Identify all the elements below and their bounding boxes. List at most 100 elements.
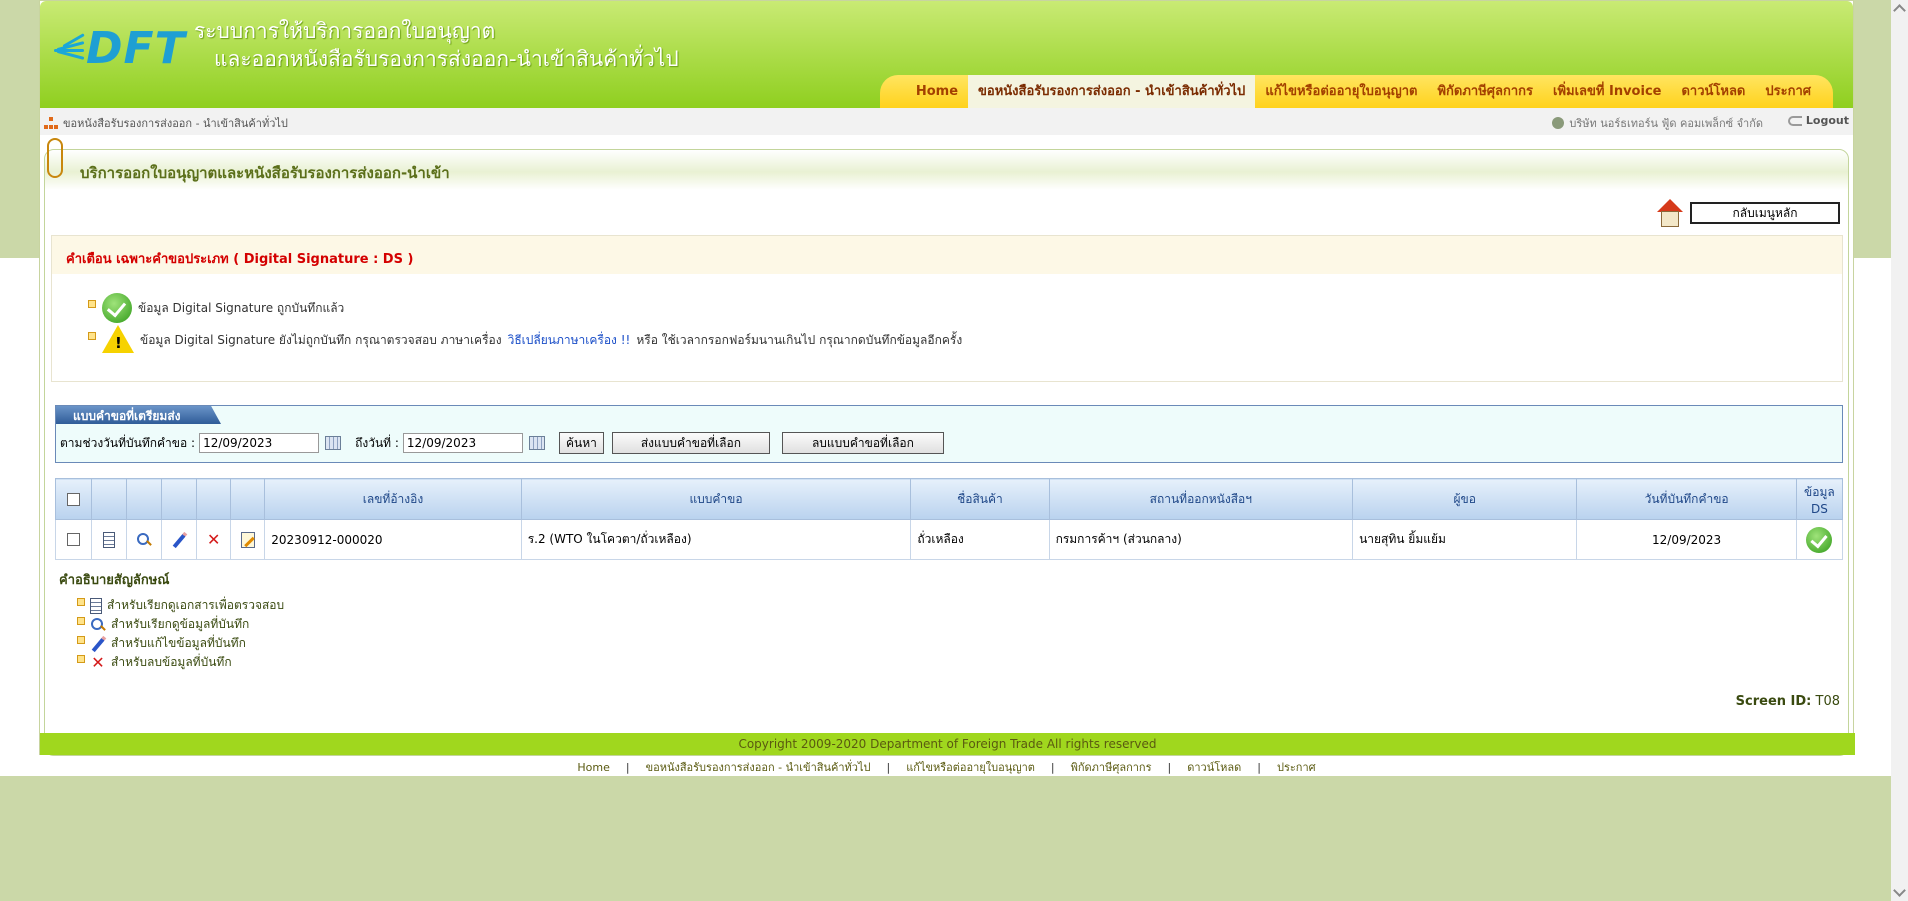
system-title-line2: และออกหนังสือรับรองการส่งออก-นำเข้าสินค้… [214, 47, 679, 71]
logout-label: Logout [1805, 114, 1849, 127]
footer-link-download[interactable]: ดาวน์โหลด [1187, 761, 1241, 774]
col-ds-data: ข้อมูล DS [1795, 478, 1844, 520]
pencil-icon [90, 636, 106, 652]
ds-ok-icon [1806, 526, 1833, 553]
bullet-icon [77, 654, 85, 663]
icon-legend: คำอธิบายสัญลักษณ์ สำหรับเรียกดูเอกสารเพื… [59, 569, 284, 672]
scroll-down-icon[interactable] [1893, 884, 1906, 897]
user-company-name: บริษัท นอร์ธเทอร์น ฟู้ด คอมเพล็กซ์ จำกัด [1569, 117, 1763, 130]
row-checkbox[interactable] [67, 533, 81, 546]
system-title-line1: ระบบการให้บริการออกใบอนุญาต [194, 19, 496, 43]
main-panel: บริการออกใบอนุญาตและหนังสือรับรองการส่งอ… [44, 138, 1849, 756]
screen-id-value: T08 [1815, 694, 1840, 709]
table-row: ✕ 20230912-000020 ร.2 (WTO ในโควตา/ถั่วเ… [54, 519, 1844, 560]
col-requester: ผู้ขอ [1352, 478, 1578, 520]
table-header-row: เลขที่อ้างอิง แบบคำขอ ชื่อสินค้า สถานที่… [54, 478, 1844, 520]
breadcrumb: ขอหนังสือรับรองการส่งออก - นำเข้าสินค้าท… [44, 114, 288, 132]
ds-saved-text: ข้อมูล Digital Signature ถูกบันทึกแล้ว [138, 300, 345, 315]
user-info: บริษัท นอร์ธเทอร์น ฟู้ด คอมเพล็กซ์ จำกัด [1552, 114, 1763, 132]
bullet-icon [77, 597, 85, 606]
copyright-footer: Copyright 2009-2020 Department of Foreig… [40, 733, 1855, 755]
cell-record-date: 12/09/2023 [1576, 519, 1797, 560]
sitemap-icon [44, 117, 58, 129]
top-navigation: Home ขอหนังสือรับรองการส่งออก - นำเข้าสิ… [879, 75, 1833, 108]
nav-customs-tariff[interactable]: พิกัดภาษีศุลกากร [1427, 75, 1543, 108]
send-selected-button[interactable]: ส่งแบบคำขอที่เลือก [611, 432, 770, 454]
paperclip-icon [47, 138, 63, 178]
back-to-main-menu-button[interactable]: กลับเมนูหลัก [1690, 202, 1840, 224]
from-date-input[interactable] [199, 433, 320, 453]
logo-text: DFT [86, 23, 186, 74]
pending-requests-tab: แบบคำขอที่เตรียมส่ง [56, 406, 221, 424]
warning-title: คำเตือน เฉพาะคำขอประเภท ( Digital Signat… [52, 236, 1842, 274]
footer-link-edit-renew[interactable]: แก้ไขหรือต่ออายุใบอนุญาต [906, 761, 1035, 774]
legend-label: สำหรับแก้ไขข้อมูลที่บันทึก [111, 636, 246, 650]
cell-product-name: ถั่วเหลือง [910, 519, 1050, 560]
key-icon [1787, 115, 1802, 126]
warning-triangle-icon: ! [102, 325, 134, 355]
logout-link[interactable]: Logout [1787, 114, 1849, 127]
requests-table: เลขที่อ้างอิง แบบคำขอ ชื่อสินค้า สถานที่… [54, 478, 1844, 560]
magnifier-icon [90, 617, 106, 633]
document-icon[interactable] [103, 531, 116, 548]
sign-edit-icon[interactable] [240, 531, 255, 548]
system-title: ระบบการให้บริการออกใบอนุญาต และออกหนังสื… [194, 17, 679, 73]
footer-link-announcement[interactable]: ประกาศ [1277, 761, 1316, 774]
delete-x-icon: ✕ [91, 652, 105, 672]
bullet-icon [77, 635, 85, 644]
magnifier-icon[interactable] [136, 532, 152, 548]
select-all-header [54, 478, 93, 520]
document-icon [90, 597, 102, 614]
nav-home[interactable]: Home [906, 75, 968, 108]
panel-title: บริการออกใบอนุญาตและหนังสือรับรองการส่งอ… [80, 164, 450, 182]
legend-item: สำหรับเรียกดูเอกสารเพื่อตรวจสอบ [59, 596, 284, 615]
scroll-up-icon[interactable] [1893, 4, 1906, 17]
col-form-type: แบบคำขอ [520, 478, 912, 520]
calendar-icon[interactable] [325, 436, 342, 450]
change-language-link[interactable]: วิธีเปลี่ยนภาษาเครื่อง !! [508, 331, 631, 350]
screen-id-label: Screen ID: [1735, 694, 1812, 709]
search-button[interactable]: ค้นหา [558, 432, 604, 454]
check-ok-icon [102, 293, 132, 323]
breadcrumb-current[interactable]: ขอหนังสือรับรองการส่งออก - นำเข้าสินค้าท… [63, 114, 288, 132]
col-issuing-office: สถานที่ออกหนังสือฯ [1048, 478, 1354, 520]
ds-not-saved-text: ข้อมูล Digital Signature ยังไม่ถูกบันทึก… [140, 332, 502, 347]
col-product-name: ชื่อสินค้า [910, 478, 1050, 520]
nav-request-certificate[interactable]: ขอหนังสือรับรองการส่งออก - นำเข้าสินค้าท… [968, 75, 1256, 108]
ds-not-saved-line: ! ข้อมูล Digital Signature ยังไม่ถูกบันท… [88, 325, 962, 355]
search-form-row: ตามช่วงวันที่บันทึกคำขอ : ถึงวันที่ : ค้… [60, 432, 944, 454]
from-date-label: ตามช่วงวันที่บันทึกคำขอ : [60, 435, 196, 450]
delete-x-icon[interactable]: ✕ [206, 531, 222, 548]
ds-saved-line: ข้อมูล Digital Signature ถูกบันทึกแล้ว [88, 293, 344, 323]
home-icon[interactable] [1656, 199, 1684, 227]
cell-requester: นายสุทิน ยิ้มแย้ม [1352, 519, 1578, 560]
nav-announcement[interactable]: ประกาศ [1755, 75, 1821, 108]
user-icon [1552, 117, 1565, 129]
cell-reference-no: 20230912-000020 [264, 519, 522, 560]
vertical-scrollbar[interactable] [1891, 0, 1908, 901]
col-record-date: วันที่บันทึกคำขอ [1576, 478, 1797, 520]
footer-link-tariff[interactable]: พิกัดภาษีศุลกากร [1071, 761, 1152, 774]
footer-link-home[interactable]: Home [577, 761, 609, 774]
legend-item: สำหรับเรียกดูข้อมูลที่บันทึก [59, 615, 284, 634]
back-to-menu-row: กลับเมนูหลัก [1656, 199, 1840, 227]
bullet-icon [88, 300, 96, 308]
screen-id: Screen ID: T08 [1736, 694, 1840, 709]
legend-label: สำหรับเรียกดูเอกสารเพื่อตรวจสอบ [107, 598, 285, 612]
ds-not-saved-text-after: หรือ ใช้เวลากรอกฟอร์มนานเกินไป กรุณากดบั… [636, 332, 963, 347]
select-all-checkbox[interactable] [67, 492, 81, 506]
to-date-input[interactable] [402, 433, 523, 453]
bullet-icon [88, 332, 96, 340]
nav-download[interactable]: ดาวน์โหลด [1671, 75, 1755, 108]
nav-edit-renew-license[interactable]: แก้ไขหรือต่ออายุใบอนุญาต [1255, 75, 1427, 108]
legend-title: คำอธิบายสัญลักษณ์ [59, 573, 170, 588]
delete-selected-button[interactable]: ลบแบบคำขอที่เลือก [781, 432, 944, 454]
search-form: แบบคำขอที่เตรียมส่ง ตามช่วงวันที่บันทึกค… [55, 405, 1843, 463]
cell-issuing-office: กรมการค้าฯ (ส่วนกลาง) [1048, 519, 1354, 560]
pencil-icon[interactable] [171, 532, 187, 548]
calendar-icon[interactable] [528, 436, 545, 450]
breadcrumb-bar: ขอหนังสือรับรองการส่งออก - นำเข้าสินค้าท… [40, 108, 1853, 135]
footer-link-request-certificate[interactable]: ขอหนังสือรับรองการส่งออก - นำเข้าสินค้าท… [646, 761, 871, 774]
nav-add-invoice[interactable]: เพิ่มเลขที่ Invoice [1543, 75, 1671, 108]
dft-logo[interactable]: DFT [54, 23, 186, 74]
